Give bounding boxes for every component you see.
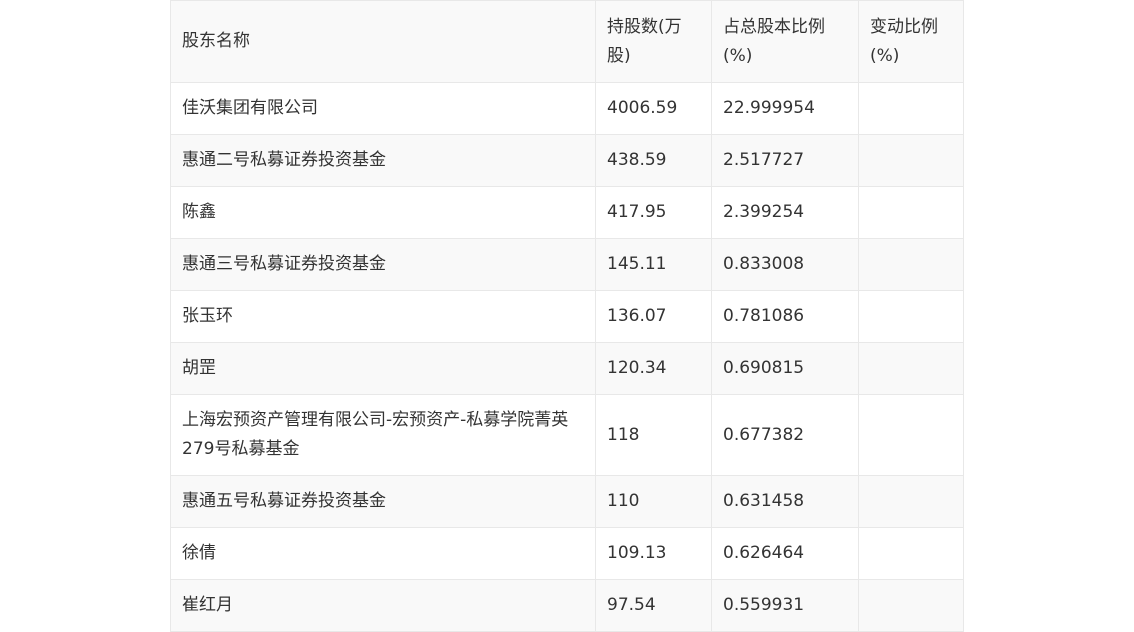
table-row: 惠通三号私募证券投资基金 145.11 0.833008: [170, 238, 964, 291]
cell-shareholder-name: 惠通三号私募证券投资基金: [170, 238, 596, 291]
table-row: 惠通五号私募证券投资基金 110 0.631458: [170, 475, 964, 528]
cell-share-ratio: 0.833008: [711, 238, 859, 291]
cell-change-ratio: [858, 342, 964, 395]
cell-shares-held: 120.34: [595, 342, 712, 395]
cell-shares-held: 97.54: [595, 579, 712, 632]
cell-shares-held: 417.95: [595, 186, 712, 239]
header-share-ratio: 占总股本比例(%): [711, 0, 859, 83]
cell-change-ratio: [858, 186, 964, 239]
cell-shareholder-name: 惠通二号私募证券投资基金: [170, 134, 596, 187]
cell-shareholder-name: 张玉环: [170, 290, 596, 343]
cell-shares-held: 438.59: [595, 134, 712, 187]
cell-shares-held: 110: [595, 475, 712, 528]
cell-shares-held: 109.13: [595, 527, 712, 580]
cell-change-ratio: [858, 238, 964, 291]
cell-share-ratio: 0.677382: [711, 394, 859, 476]
cell-shareholder-name: 佳沃集团有限公司: [170, 82, 596, 135]
cell-share-ratio: 0.626464: [711, 527, 859, 580]
table-row: 佳沃集团有限公司 4006.59 22.999954: [170, 82, 964, 135]
cell-shares-held: 118: [595, 394, 712, 476]
table-row: 崔红月 97.54 0.559931: [170, 579, 964, 632]
cell-share-ratio: 2.399254: [711, 186, 859, 239]
cell-share-ratio: 2.517727: [711, 134, 859, 187]
table-row: 张玉环 136.07 0.781086: [170, 290, 964, 343]
shareholder-table: 股东名称 持股数(万股) 占总股本比例(%) 变动比例(%) 佳沃集团有限公司 …: [170, 0, 964, 632]
cell-share-ratio: 0.559931: [711, 579, 859, 632]
cell-change-ratio: [858, 134, 964, 187]
cell-shares-held: 145.11: [595, 238, 712, 291]
shareholder-table-container: 股东名称 持股数(万股) 占总股本比例(%) 变动比例(%) 佳沃集团有限公司 …: [170, 0, 964, 632]
cell-change-ratio: [858, 394, 964, 476]
cell-change-ratio: [858, 475, 964, 528]
cell-share-ratio: 0.690815: [711, 342, 859, 395]
cell-change-ratio: [858, 579, 964, 632]
table-row: 徐倩 109.13 0.626464: [170, 527, 964, 580]
header-shares-held: 持股数(万股): [595, 0, 712, 83]
header-shareholder-name: 股东名称: [170, 0, 596, 83]
cell-shareholder-name: 崔红月: [170, 579, 596, 632]
cell-shareholder-name: 徐倩: [170, 527, 596, 580]
cell-shares-held: 4006.59: [595, 82, 712, 135]
table-header-row: 股东名称 持股数(万股) 占总股本比例(%) 变动比例(%): [170, 0, 964, 83]
cell-share-ratio: 0.631458: [711, 475, 859, 528]
cell-change-ratio: [858, 82, 964, 135]
table-row: 胡罡 120.34 0.690815: [170, 342, 964, 395]
table-row: 惠通二号私募证券投资基金 438.59 2.517727: [170, 134, 964, 187]
cell-shares-held: 136.07: [595, 290, 712, 343]
cell-share-ratio: 22.999954: [711, 82, 859, 135]
cell-shareholder-name: 陈鑫: [170, 186, 596, 239]
header-change-ratio: 变动比例(%): [858, 0, 964, 83]
cell-change-ratio: [858, 290, 964, 343]
cell-shareholder-name: 惠通五号私募证券投资基金: [170, 475, 596, 528]
cell-change-ratio: [858, 527, 964, 580]
cell-shareholder-name: 胡罡: [170, 342, 596, 395]
table-row: 上海宏预资产管理有限公司-宏预资产-私募学院菁英279号私募基金 118 0.6…: [170, 394, 964, 476]
table-row: 陈鑫 417.95 2.399254: [170, 186, 964, 239]
cell-shareholder-name: 上海宏预资产管理有限公司-宏预资产-私募学院菁英279号私募基金: [170, 394, 596, 476]
cell-share-ratio: 0.781086: [711, 290, 859, 343]
